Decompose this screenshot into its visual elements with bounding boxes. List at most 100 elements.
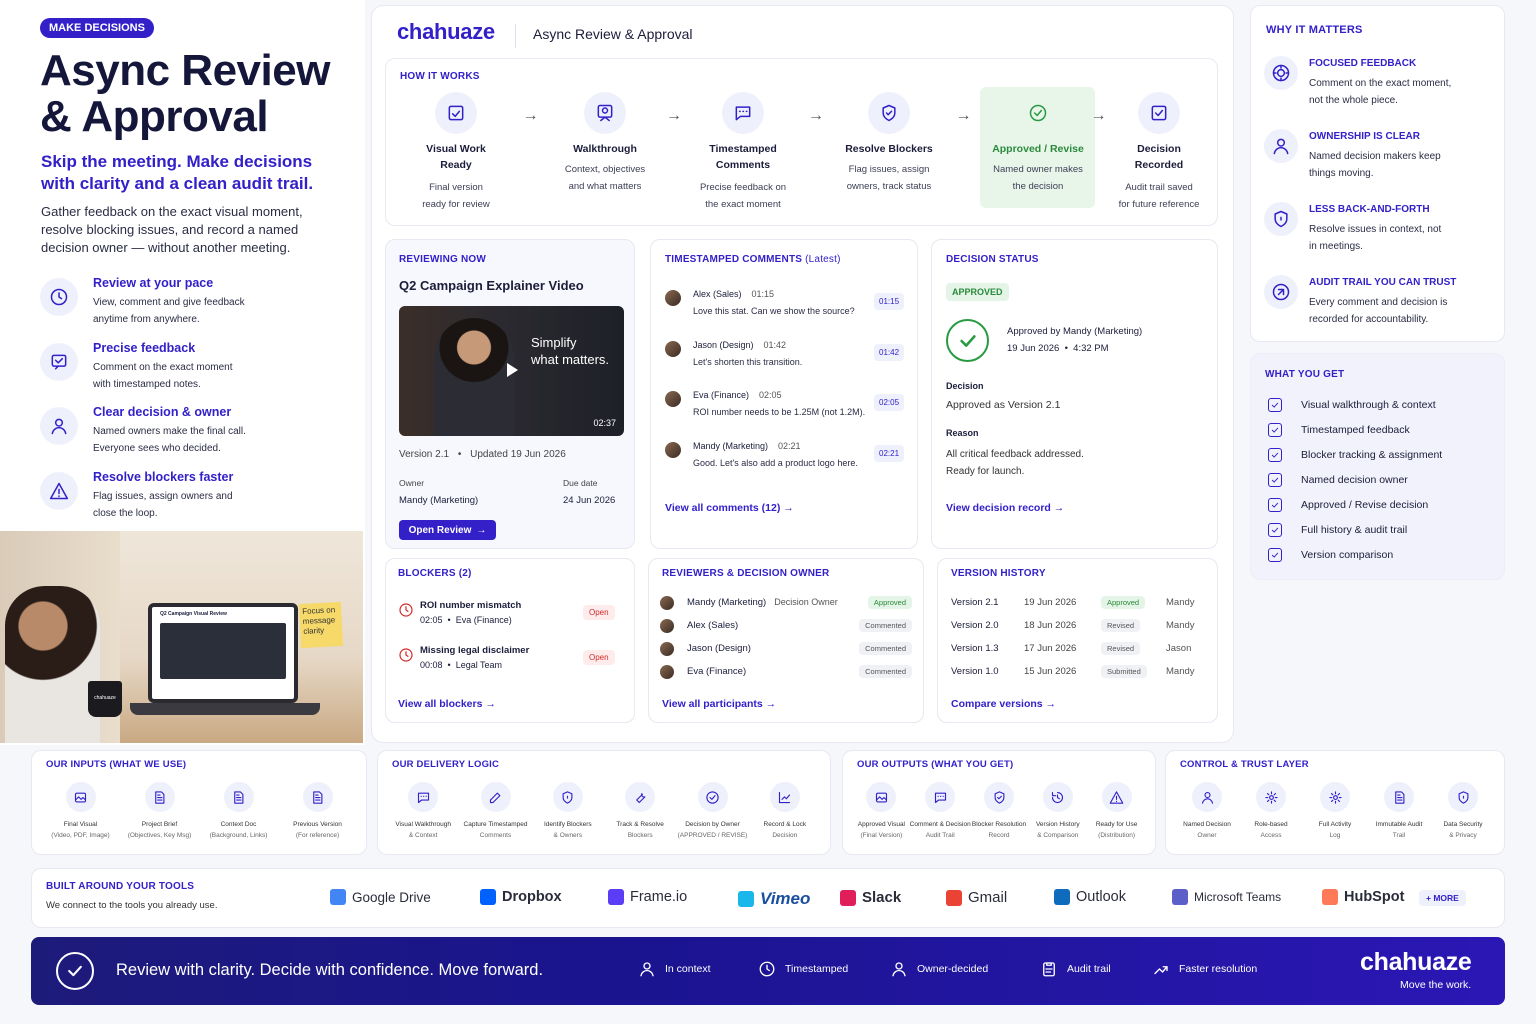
comment-author: Jason (Design): [693, 339, 754, 350]
subtitle-line-2: with clarity and a clean audit trail.: [41, 174, 314, 193]
workflow-step: Resolve Blockers Flag issues, assign own…: [829, 92, 949, 195]
step-desc-line-1: Context, objectives: [564, 164, 646, 175]
workspace-photo: Q2 Campaign Visual Review Focus on messa…: [0, 531, 363, 743]
timestamp-chip[interactable]: 01:15: [874, 293, 905, 310]
version-row[interactable]: Version 2.1 19 Jun 2026 Approved Mandy: [951, 596, 1201, 614]
blocker-status-badge: Open: [583, 605, 615, 620]
comment-time: 02:21: [778, 440, 801, 451]
owner-value: Mandy (Marketing): [399, 495, 479, 506]
owner-label: Owner: [399, 478, 425, 488]
tool-logo: Outlook: [1054, 889, 1126, 905]
due-label: Due date: [563, 478, 598, 488]
feature-item: Precise feedback Comment on the exact mo…: [40, 341, 360, 401]
why-desc-line-1: Named decision makers keep: [1309, 151, 1441, 162]
hubspot-icon: [1322, 889, 1338, 905]
workflow-step: Approved / Revise Named owner makes the …: [978, 92, 1098, 195]
view-all-participants-text: View all participants: [662, 698, 763, 710]
wrench-icon: [625, 782, 656, 812]
step-desc-line-2: the decision: [1012, 181, 1064, 192]
person-icon: [1264, 129, 1298, 163]
play-icon[interactable]: [507, 363, 518, 377]
step-title-line-1: Approved / Revise: [992, 143, 1084, 155]
benefit-text: Visual walkthrough & context: [1301, 399, 1436, 411]
gear-icon: [1320, 782, 1350, 812]
workflow-step: Walkthrough Context, objectives and what…: [545, 92, 665, 195]
feature-item: Clear decision & owner Named owners make…: [40, 405, 360, 465]
bottom-item-title: Visual Walkthrough: [395, 821, 451, 828]
comment-item[interactable]: Jason (Design) 01:42 Let's shorten this t…: [665, 340, 905, 382]
step-desc-line-1: Precise feedback on: [699, 182, 787, 193]
tool-name: Google Drive: [352, 889, 431, 905]
reviewer-row: Jason (Design) Commented: [660, 642, 912, 660]
blocker-icon: [984, 782, 1014, 812]
laptop-screen: Q2 Campaign Visual Review: [148, 603, 298, 703]
open-review-button[interactable]: Open Review →: [399, 520, 496, 540]
comment-item[interactable]: Eva (Finance) 02:05 ROI number needs to b…: [665, 390, 905, 432]
view-all-comments-link[interactable]: View all comments (12) →: [665, 502, 794, 514]
page-subtitle: Skip the meeting. Make decisions with cl…: [41, 151, 313, 195]
trend-icon: [1152, 960, 1170, 978]
workflow-step: Decision Recorded Audit trail saved for …: [1099, 92, 1219, 213]
step-title-line-1: Decision: [1137, 143, 1181, 155]
timestamp-chip[interactable]: 02:05: [874, 394, 905, 411]
comment-author: Eva (Finance): [693, 390, 750, 400]
bottom-item-sub: (Distribution): [1098, 831, 1136, 839]
compare-versions-link[interactable]: Compare versions →: [951, 698, 1056, 710]
bottom-item-title: Track & Resolve: [616, 821, 664, 828]
view-decision-record-link[interactable]: View decision record →: [946, 502, 1064, 514]
bottom-item-sub: & Context: [408, 831, 438, 839]
version-number: Version 1.3: [951, 643, 999, 654]
timestamp-chip[interactable]: 01:42: [874, 343, 905, 361]
footer-logo-sub: Move the work.: [1400, 979, 1472, 991]
comment-item[interactable]: Alex (Sales) 01:15 Love this stat. Can we…: [665, 289, 905, 331]
comment-text: ROI number needs to be 1.25M (not 1.2M).: [693, 407, 866, 417]
version-row[interactable]: Version 1.3 17 Jun 2026 Revised Jason: [951, 642, 1201, 660]
blocker-item[interactable]: ROI number mismatch 02:05 • Eva (Finance) …: [398, 600, 623, 636]
reviewer-name: Jason (Design): [687, 643, 751, 654]
feature-desc-line-1: Flag issues, assign owners and: [93, 490, 233, 502]
why-it-matters-label: WHY IT MATTERS: [1266, 24, 1363, 36]
comment-author: Mandy (Marketing): [693, 440, 769, 451]
bottom-item-title: Capture Timestamped: [463, 821, 528, 828]
bottom-item-sub: Blockers: [627, 831, 653, 839]
tool-logo: Dropbox: [480, 889, 562, 905]
tool-name: Vimeo: [760, 889, 811, 908]
tool-logo: Microsoft Teams: [1172, 889, 1281, 905]
comments-label: TIMESTAMPED COMMENTS (Latest): [665, 254, 841, 265]
comment-item[interactable]: Mandy (Marketing) 02:21 Good. Let's also …: [665, 441, 905, 483]
comment-author: Alex (Sales): [693, 289, 742, 299]
left-panel: MAKE DECISIONS Async Review & Approval S…: [0, 0, 365, 745]
why-desc-line-2: in meetings.: [1309, 240, 1363, 252]
tool-name: Frame.io: [630, 889, 688, 905]
version-row[interactable]: Version 1.0 15 Jun 2026 Submitted Mandy: [951, 665, 1201, 683]
video-player[interactable]: Simplify what matters. 02:37: [399, 306, 624, 436]
blocker-item[interactable]: Missing legal disclaimer 00:08 • Legal Tea…: [398, 645, 623, 681]
footer-tagline: Review with clarity. Decide with confide…: [116, 961, 544, 979]
user-icon: [638, 960, 656, 978]
feature-desc-line-2: anytime from anywhere.: [93, 314, 200, 325]
footer-check-icon: [56, 952, 94, 990]
arrow-right-icon: →: [476, 524, 487, 536]
version-number: Version 2.1: [951, 597, 999, 608]
open-review-label: Open Review: [408, 524, 472, 536]
chat-icon: [925, 782, 956, 812]
walkthrough-icon: [584, 92, 626, 134]
checkbox-icon: [1268, 398, 1282, 412]
approved-check-icon: [946, 319, 989, 362]
app-logo[interactable]: chahuaze: [397, 19, 495, 45]
timestamp-chip[interactable]: 02:21: [874, 444, 905, 462]
why-desc-line-2: things moving.: [1309, 167, 1374, 179]
video-caption-line-1: Simplify: [531, 335, 577, 350]
how-it-works-label: HOW IT WORKS: [400, 71, 480, 82]
view-all-participants-link[interactable]: View all participants →: [662, 698, 776, 710]
view-all-blockers-link[interactable]: View all blockers →: [398, 698, 496, 710]
feature-title: Precise feedback: [93, 340, 196, 355]
bottom-section-label: OUR OUTPUTS (WHAT YOU GET): [857, 759, 1014, 770]
footer-feature-label: In context: [665, 963, 711, 975]
bottom-item-sub: Decision: [772, 831, 798, 839]
make-decisions-badge: MAKE DECISIONS: [40, 18, 154, 38]
edit-icon: [480, 782, 511, 812]
reviewer-name: Eva (Finance): [687, 666, 747, 677]
version-row[interactable]: Version 2.0 18 Jun 2026 Revised Mandy: [951, 619, 1201, 637]
more-tools-button[interactable]: + MORE: [1419, 890, 1466, 906]
